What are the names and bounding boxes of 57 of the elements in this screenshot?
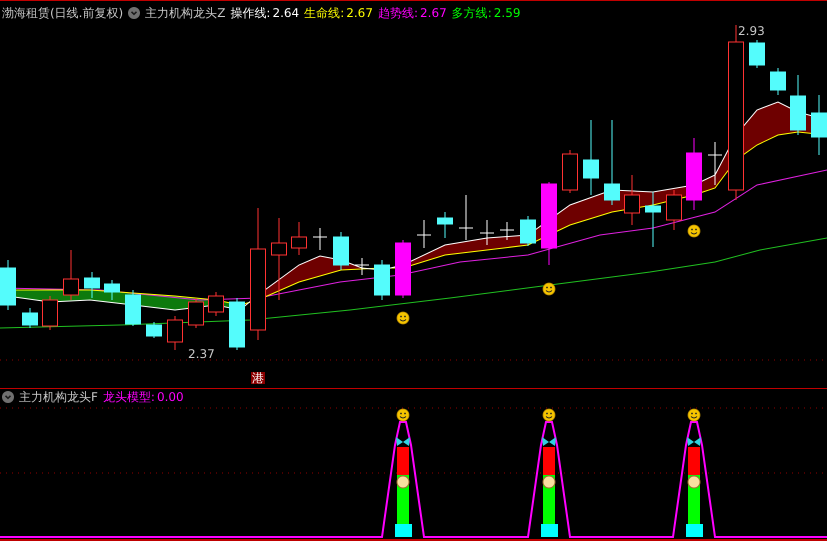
- candlestick: [354, 258, 370, 276]
- candlestick: [749, 40, 765, 68]
- candlestick: [666, 190, 682, 230]
- candlestick: [416, 220, 432, 248]
- indicator-name: 主力机构龙头F: [19, 390, 98, 402]
- legend-label: 操作线:: [230, 6, 270, 18]
- legend-label: 趋势线:: [378, 6, 418, 18]
- candlestick: [229, 298, 245, 350]
- high-price-label: 2.93: [738, 25, 765, 37]
- smiley-icon: [688, 408, 700, 422]
- candlestick: [562, 150, 578, 194]
- candlestick: [500, 222, 514, 240]
- candlestick: [437, 212, 453, 238]
- candlestick: [167, 316, 183, 350]
- legend-label: 生命线:: [304, 6, 344, 18]
- smiley-icon: [396, 312, 410, 324]
- candlestick: [645, 192, 661, 248]
- candlestick: [395, 240, 411, 298]
- candlestick: [63, 250, 79, 300]
- candlestick: [624, 174, 640, 226]
- candlestick: [22, 308, 38, 328]
- candlestick: [125, 290, 141, 326]
- candlestick: [146, 322, 162, 338]
- candlestick: [188, 298, 204, 328]
- candlestick: [708, 142, 722, 186]
- candlestick: [0, 260, 16, 310]
- market-marker: 港: [251, 372, 265, 384]
- legend-label: 多方线:: [452, 6, 492, 18]
- candlestick: [312, 228, 328, 250]
- legend-value: 0.00: [156, 390, 184, 402]
- candlestick: [458, 194, 474, 240]
- candlestick: [42, 296, 58, 330]
- candlestick: [291, 222, 307, 256]
- candlestick: [811, 94, 827, 156]
- candlestick: [84, 272, 100, 298]
- smiley-icon: [542, 282, 556, 296]
- stock-title: 渤海租赁(日线.前复权): [2, 6, 124, 18]
- dropdown-icon[interactable]: [128, 6, 140, 18]
- smiley-icon: [542, 408, 556, 422]
- smiley-icon: [688, 224, 700, 238]
- candlestick: [480, 220, 494, 246]
- candlestick: [208, 292, 224, 316]
- low-price-label: 2.37: [188, 348, 215, 360]
- candlestick: [374, 260, 390, 300]
- legend-value: 2.67: [346, 6, 373, 18]
- legend-value: 2.59: [494, 6, 520, 18]
- candlestick: [770, 68, 786, 96]
- candlestick: [104, 280, 120, 300]
- legend-value: 2.67: [420, 6, 447, 18]
- indicator-name: 主力机构龙头Z: [145, 6, 226, 18]
- legend-label: 龙头模型:: [102, 390, 155, 402]
- candlestick: [333, 232, 349, 270]
- dropdown-icon[interactable]: [2, 390, 14, 402]
- legend-value: 2.64: [272, 6, 300, 18]
- smiley-icon: [396, 408, 410, 422]
- candlestick: [520, 216, 536, 246]
- candlestick: [790, 74, 806, 136]
